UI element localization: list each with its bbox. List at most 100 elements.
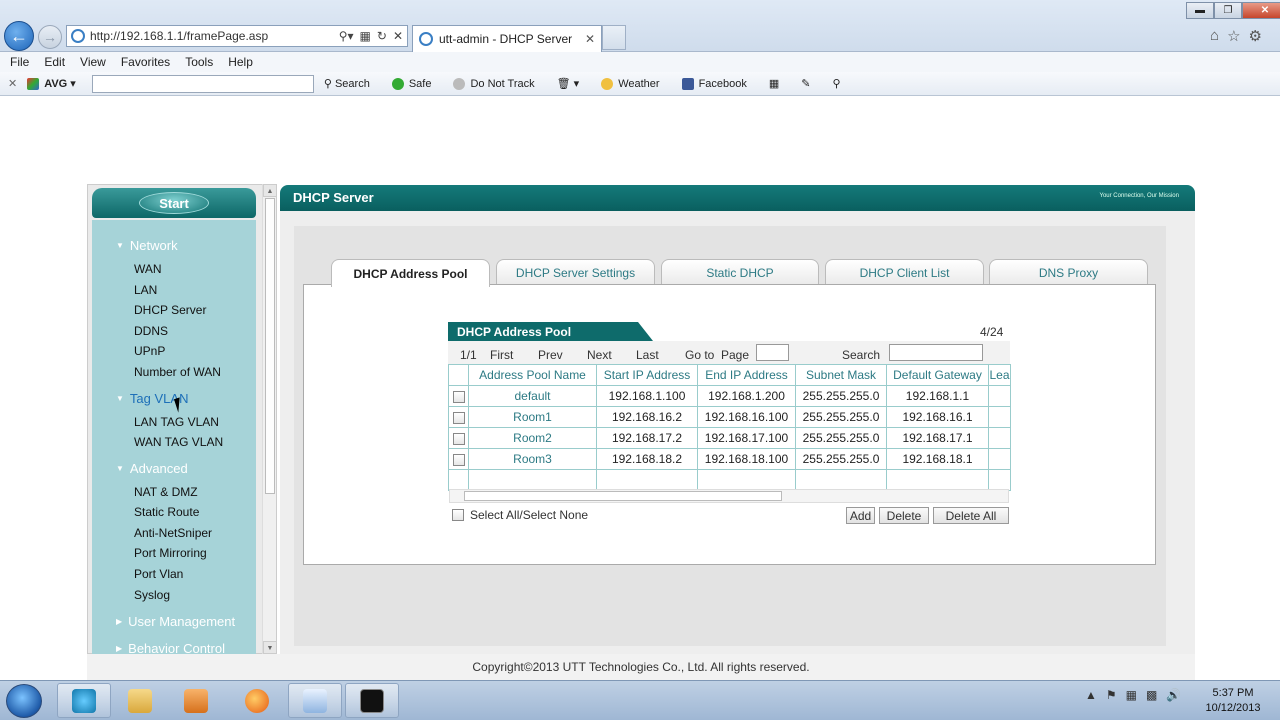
pager-prev-link[interactable]: Prev — [538, 348, 563, 362]
menu-view[interactable]: View — [80, 55, 106, 69]
search-icon[interactable]: ⚲▾ — [339, 29, 354, 43]
stop-icon[interactable]: ✕ — [393, 29, 403, 43]
sidebar-item-lan-tag-vlan[interactable]: LAN TAG VLAN — [134, 415, 219, 429]
do-not-track-button[interactable]: Do Not Track — [453, 77, 535, 90]
sidebar-item-syslog[interactable]: Syslog — [134, 588, 170, 602]
home-icon[interactable]: ⌂ — [1210, 27, 1219, 45]
search-input[interactable] — [889, 344, 983, 361]
taskbar-firefox[interactable] — [230, 683, 284, 718]
scrollbar-thumb[interactable] — [464, 491, 782, 501]
avg-search-input[interactable] — [91, 74, 314, 93]
notepad-icon[interactable]: ✎ — [801, 77, 810, 90]
column-header[interactable]: Start IP Address — [596, 364, 698, 386]
close-tab-icon[interactable]: ✕ — [585, 32, 595, 46]
volume-icon[interactable]: 🔊 — [1166, 688, 1181, 702]
pager-first-link[interactable]: First — [490, 348, 513, 362]
taskbar-explorer[interactable] — [113, 683, 167, 718]
address-bar[interactable]: http://192.168.1.1/framePage.asp ⚲▾ ▦ ↻ … — [66, 25, 408, 47]
network-icon[interactable]: ▩ — [1146, 688, 1157, 702]
row-checkbox[interactable] — [452, 453, 465, 466]
menu-favorites[interactable]: Favorites — [121, 55, 170, 69]
column-header[interactable]: Subnet Mask — [795, 364, 887, 386]
tab-dhcp-client-list[interactable]: DHCP Client List — [825, 259, 984, 285]
menu-edit[interactable]: Edit — [44, 55, 65, 69]
menu-help[interactable]: Help — [228, 55, 253, 69]
avg-search-button[interactable]: ⚲ Search — [324, 77, 370, 91]
sidebar-item-anti-netsniper[interactable]: Anti-NetSniper — [134, 526, 212, 540]
table-row[interactable]: Room2 192.168.17.2 192.168.17.100 255.25… — [448, 427, 1011, 449]
sidebar-item-number-of-wan[interactable]: Number of WAN — [134, 365, 221, 379]
taskbar-ie[interactable] — [57, 683, 111, 718]
add-button[interactable]: Add — [846, 507, 875, 524]
goto-page-input[interactable] — [756, 344, 789, 361]
tab-static-dhcp[interactable]: Static DHCP — [661, 259, 819, 285]
scroll-down-arrow-icon[interactable]: ▼ — [263, 641, 277, 654]
column-header[interactable]: Default Gateway — [886, 364, 989, 386]
table-row[interactable]: default 192.168.1.100 192.168.1.200 255.… — [448, 385, 1011, 407]
menu-file[interactable]: File — [10, 55, 29, 69]
sidebar-scrollbar[interactable]: ▲ ▼ — [262, 184, 277, 654]
pager-last-link[interactable]: Last — [636, 348, 659, 362]
new-tab-button[interactable] — [602, 25, 626, 50]
sidebar-item-upnp[interactable]: UPnP — [134, 344, 165, 358]
scrollbar-thumb[interactable] — [265, 198, 275, 494]
windows-start-button[interactable] — [6, 684, 42, 718]
compat-icon[interactable]: ▦ — [360, 29, 371, 43]
back-button[interactable]: ← — [4, 21, 34, 51]
avg-tray-icon[interactable]: ▦ — [1126, 688, 1137, 702]
pool-name-link[interactable]: Room2 — [468, 427, 597, 449]
tab-dhcp-address-pool[interactable]: DHCP Address Pool — [331, 259, 490, 287]
delete-all-button[interactable]: Delete All — [933, 507, 1009, 524]
sidebar-item-wan-tag-vlan[interactable]: WAN TAG VLAN — [134, 435, 223, 449]
column-header[interactable]: Address Pool Name — [468, 364, 597, 386]
sidebar-item-dhcp-server[interactable]: DHCP Server — [134, 303, 206, 317]
pool-name-link[interactable]: default — [468, 385, 597, 407]
delete-button[interactable]: Delete — [879, 507, 929, 524]
column-header[interactable]: Lea — [988, 364, 1011, 386]
column-header[interactable]: End IP Address — [697, 364, 796, 386]
table-row[interactable]: Room1 192.168.16.2 192.168.16.100 255.25… — [448, 406, 1011, 428]
tab-dhcp-server-settings[interactable]: DHCP Server Settings — [496, 259, 655, 285]
row-checkbox[interactable] — [452, 432, 465, 445]
refresh-icon[interactable]: ↻ — [377, 29, 387, 43]
tab-dns-proxy[interactable]: DNS Proxy — [989, 259, 1148, 285]
action-center-icon[interactable]: ⚑ — [1106, 688, 1117, 702]
taskbar-wordpad[interactable] — [288, 683, 342, 718]
favorites-star-icon[interactable]: ☆ — [1227, 27, 1240, 45]
pool-name-link[interactable]: Room1 — [468, 406, 597, 428]
taskbar-clock[interactable]: 5:37 PM 10/12/2013 — [1198, 686, 1268, 716]
menu-tools[interactable]: Tools — [185, 55, 213, 69]
scroll-up-arrow-icon[interactable]: ▲ — [263, 184, 277, 197]
sidebar-section-behavior-control[interactable]: ▶ Behavior Control — [116, 641, 225, 654]
pool-name-link[interactable]: Room3 — [468, 448, 597, 470]
avg-safe-button[interactable]: Safe — [391, 77, 431, 90]
calculator-icon[interactable]: ▦ — [769, 77, 779, 90]
sidebar-item-nat-dmz[interactable]: NAT & DMZ — [134, 485, 198, 499]
table-row[interactable]: Room3 192.168.18.2 192.168.18.100 255.25… — [448, 448, 1011, 470]
sidebar-item-ddns[interactable]: DDNS — [134, 324, 168, 338]
zoom-icon[interactable]: ⚲ — [833, 77, 841, 90]
sidebar-item-port-vlan[interactable]: Port Vlan — [134, 567, 183, 581]
pager-next-link[interactable]: Next — [587, 348, 612, 362]
row-checkbox[interactable] — [452, 411, 465, 424]
trash-button[interactable]: 🗑 ▾ — [557, 77, 580, 90]
maximize-button[interactable]: ❐ — [1214, 2, 1242, 19]
avg-logo[interactable]: AVG ▾ — [27, 77, 76, 90]
close-window-button[interactable]: ✕ — [1242, 2, 1280, 19]
browser-tab[interactable]: utt-admin - DHCP Server ✕ — [412, 25, 602, 52]
gear-icon[interactable]: ⚙ — [1249, 27, 1262, 45]
sidebar-item-static-route[interactable]: Static Route — [134, 505, 199, 519]
sidebar-item-wan[interactable]: WAN — [134, 262, 162, 276]
taskbar-media-player[interactable] — [169, 683, 223, 718]
tray-expand-icon[interactable]: ▲ — [1085, 688, 1097, 702]
forward-button[interactable]: → — [38, 25, 62, 49]
minimize-button[interactable]: ▬ — [1186, 2, 1214, 19]
weather-button[interactable]: Weather — [601, 77, 660, 90]
table-horizontal-scrollbar[interactable] — [449, 489, 1009, 503]
sidebar-item-port-mirroring[interactable]: Port Mirroring — [134, 546, 207, 560]
close-toolbar-icon[interactable]: ✕ — [8, 77, 17, 90]
sidebar-item-lan[interactable]: LAN — [134, 283, 157, 297]
taskbar-cmd[interactable] — [345, 683, 399, 718]
facebook-button[interactable]: Facebook — [681, 77, 747, 90]
sidebar-section-advanced[interactable]: ▼ Advanced — [116, 461, 188, 476]
